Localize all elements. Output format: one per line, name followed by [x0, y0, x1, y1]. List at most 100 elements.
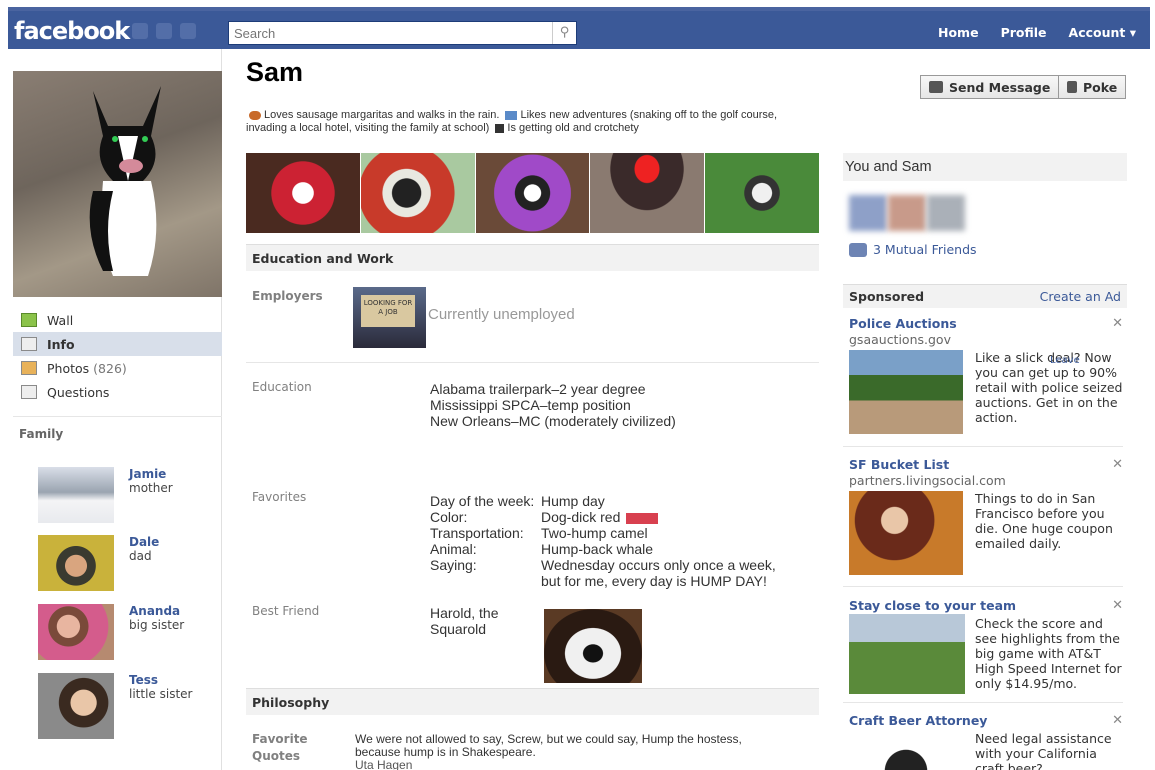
- family-name[interactable]: Ananda: [129, 604, 180, 618]
- strip-photo[interactable]: [705, 153, 819, 233]
- favorite-value: Hump-back whale: [541, 541, 654, 557]
- search-icon[interactable]: ⚲: [552, 22, 576, 44]
- ad-image[interactable]: [849, 614, 965, 694]
- family-name[interactable]: Dale: [129, 535, 159, 549]
- favorite-row: Saying: Wednesday occurs only once a week…: [430, 557, 791, 589]
- education-list: Alabama trailerpark–2 year degree Missis…: [430, 381, 676, 429]
- family-member[interactable]: Tess little sister: [38, 673, 218, 741]
- mutual-friends-link[interactable]: 3 Mutual Friends: [849, 242, 977, 257]
- employer-photo[interactable]: LOOKING FOR A JOB: [353, 287, 426, 348]
- sausage-icon: [249, 110, 261, 120]
- notifications-icon[interactable]: [180, 23, 196, 39]
- nav-wall[interactable]: Wall: [13, 308, 222, 332]
- poke-button[interactable]: Poke: [1058, 75, 1127, 99]
- nav-questions[interactable]: Questions: [13, 380, 222, 404]
- dog-illustration: [89, 86, 161, 276]
- favorite-value: Dog-dick red: [541, 509, 791, 525]
- family-photo[interactable]: [38, 604, 114, 660]
- profile-nav: Wall Info Photos (826) Questions: [13, 308, 222, 404]
- ad-sf-bucket-list[interactable]: SF Bucket List partners.livingsocial.com…: [849, 457, 1123, 585]
- mutual-photo[interactable]: [888, 195, 926, 231]
- family-photo[interactable]: [38, 467, 114, 523]
- education-item: New Orleans–MC (moderately civilized): [430, 413, 676, 429]
- nav-home[interactable]: Home: [938, 25, 979, 40]
- top-nav: Home Profile Account ▾: [938, 25, 1136, 40]
- ad-image[interactable]: [849, 731, 963, 770]
- favorite-key: Saying:: [430, 557, 477, 573]
- ad-image[interactable]: [849, 491, 963, 575]
- mutual-photo[interactable]: [927, 195, 965, 231]
- ad-text: Things to do in San Francisco before you…: [975, 491, 1113, 551]
- ad-text: Check the score and see highlights from …: [975, 616, 1122, 691]
- ad-text: Need legal assistance with your Californ…: [975, 731, 1112, 770]
- ad-image[interactable]: [849, 350, 963, 434]
- ad-craft-beer[interactable]: Craft Beer Attorney ✕ Need legal assista…: [849, 713, 1123, 770]
- profile-bio: Loves sausage margaritas and walks in th…: [246, 109, 778, 134]
- close-icon[interactable]: ✕: [1112, 713, 1123, 728]
- messages-icon[interactable]: [156, 23, 172, 39]
- close-icon[interactable]: ✕: [1112, 457, 1123, 472]
- best-friend-photo[interactable]: [544, 609, 642, 683]
- ad-att[interactable]: Stay close to your team ✕ Check the scor…: [849, 598, 1123, 698]
- facebook-logo[interactable]: facebook: [14, 17, 130, 45]
- family-relation: big sister: [129, 618, 185, 632]
- family-photo[interactable]: [38, 673, 114, 739]
- profile-picture[interactable]: [13, 71, 222, 297]
- old-dog-icon: [495, 123, 505, 133]
- close-icon[interactable]: ✕: [1112, 598, 1123, 613]
- education-item: Mississippi SPCA–temp position: [430, 397, 631, 413]
- send-message-button[interactable]: Send Message: [920, 75, 1060, 99]
- create-ad-link[interactable]: Create an Ad: [1040, 289, 1121, 304]
- nav-profile[interactable]: Profile: [1001, 25, 1047, 40]
- ad-title[interactable]: Stay close to your team: [849, 598, 1123, 613]
- strip-photo[interactable]: [246, 153, 360, 233]
- nav-photos[interactable]: Photos (826): [13, 356, 222, 380]
- strip-photo[interactable]: [360, 153, 475, 233]
- education-work-heading: Education and Work: [246, 244, 819, 271]
- photo-strip: [246, 153, 819, 233]
- mutual-friends-photos[interactable]: [849, 195, 965, 231]
- favorite-key: Day of the week:: [430, 493, 535, 509]
- quote-author: Uta Hagen: [355, 758, 413, 770]
- close-icon[interactable]: ✕: [1112, 316, 1123, 331]
- education-item: Alabama trailerpark–2 year degree: [430, 381, 646, 397]
- family-member[interactable]: Jamie mother: [38, 467, 218, 527]
- family-member[interactable]: Dale dad: [38, 535, 218, 595]
- left-column: Wall Info Photos (826) Questions Family J…: [8, 49, 222, 770]
- search-input[interactable]: [229, 22, 549, 44]
- nav-info[interactable]: Info: [13, 332, 222, 356]
- mutual-photo[interactable]: [849, 195, 887, 231]
- ad-url: partners.livingsocial.com: [849, 473, 1006, 488]
- divider: [843, 586, 1123, 587]
- friend-requests-icon[interactable]: [132, 23, 148, 39]
- family-relation: little sister: [129, 687, 193, 701]
- favorite-key: Color:: [430, 509, 468, 525]
- family-member[interactable]: Ananda big sister: [38, 604, 218, 664]
- family-name[interactable]: Jamie: [129, 467, 166, 481]
- family-photo[interactable]: [38, 535, 114, 591]
- divider: [843, 446, 1123, 447]
- best-friend-value: Harold, the Squarold: [430, 605, 499, 637]
- strip-photo[interactable]: [590, 153, 705, 233]
- ad-title[interactable]: Craft Beer Attorney: [849, 713, 1123, 728]
- family-relation: dad: [129, 549, 152, 563]
- blue-header: facebook ⚲ Home Profile Account ▾: [8, 7, 1150, 49]
- favorite-row: Animal: Hump-back whale: [430, 541, 791, 557]
- favorite-row: Transportation: Two-hump camel: [430, 525, 791, 541]
- message-icon: [929, 81, 943, 93]
- family-name[interactable]: Tess: [129, 673, 158, 687]
- ad-police-auctions[interactable]: Police Auctions gsaauctions.gov ✕ Like a…: [849, 316, 1123, 444]
- leave-link[interactable]: Leave: [1050, 355, 1080, 366]
- ad-title[interactable]: Police Auctions: [849, 316, 1123, 331]
- favorite-value: Two-hump camel: [541, 525, 648, 541]
- job-sign: LOOKING FOR A JOB: [361, 295, 415, 327]
- poke-icon: [1067, 81, 1077, 93]
- quote-text: We were not allowed to say, Screw, but w…: [355, 732, 742, 759]
- favorites-label: Favorites: [252, 490, 307, 504]
- strip-photo[interactable]: [475, 153, 590, 233]
- ad-title[interactable]: SF Bucket List: [849, 457, 1123, 472]
- nav-account[interactable]: Account ▾: [1069, 25, 1136, 40]
- favorite-key: Animal:: [430, 541, 477, 557]
- favorite-row: Color: Dog-dick red: [430, 509, 791, 525]
- wall-icon: [21, 313, 37, 327]
